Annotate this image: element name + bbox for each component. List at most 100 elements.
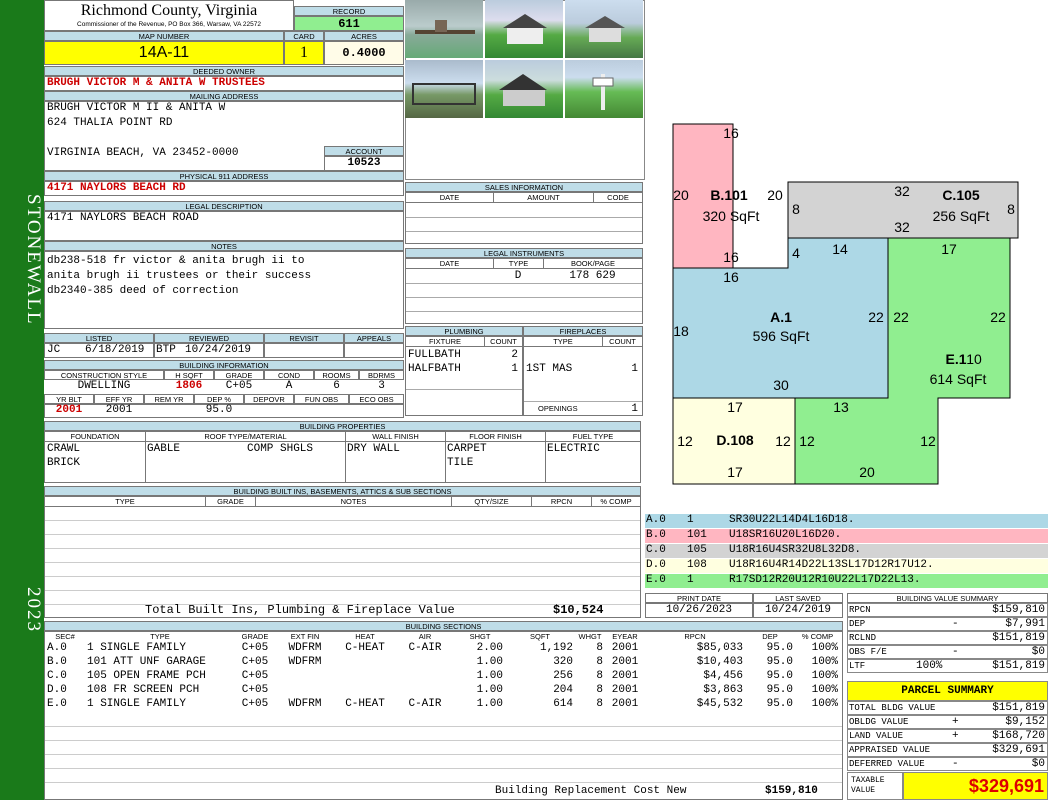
hsqft-label: H SQFT [164, 370, 214, 380]
deeded-owner-label: DEEDED OWNER [44, 66, 404, 76]
effyr-label: EFF YR [94, 394, 144, 404]
grade: C+05 [225, 380, 253, 392]
bs-cell: $85,033 [696, 642, 743, 654]
fixture-header: FIXTURE [406, 337, 484, 347]
notes-line-3: db2340-385 deed of correction [47, 285, 239, 297]
acres-label: ACRES [324, 31, 404, 41]
bs-row: A.0 1 SINGLE FAMILY C+05 WDFRM C-HEAT C-AIR 2.… [45, 642, 842, 656]
bs-cell: WDFRM [288, 656, 322, 668]
bdrms-label: BDRMS [359, 370, 404, 380]
openings-count: 1 [631, 403, 638, 415]
photo-mailbox[interactable] [565, 60, 643, 118]
ps-tbv: $151,819 [992, 702, 1045, 714]
rooms: 6 [333, 380, 340, 392]
legal-description: 4171 NAYLORS BEACH ROAD [44, 211, 404, 241]
sketch-b-name: B.101 [710, 187, 748, 203]
fp-type-header: TYPE [524, 337, 602, 347]
legal-instruments-table: DATE TYPE BOOK/PAGE D 178 629 [405, 258, 643, 324]
reviewed-date: 10/24/2019 [185, 344, 252, 356]
dim-a-notch: 14 [832, 241, 848, 257]
bs-cell: 95.0 [766, 656, 793, 668]
vector-code: C.0 [646, 544, 666, 556]
bs-row: B.0 101 ATT UNF GARAGE C+05 WDFRM 1.00 320 8 20… [45, 656, 842, 670]
building-sections-title: BUILDING SECTIONS [44, 621, 843, 631]
bs-cell: 8 [596, 684, 603, 696]
cond-label: COND [264, 370, 314, 380]
remyr-label: REM YR [144, 394, 194, 404]
foundation-2: BRICK [47, 457, 81, 469]
bs-cell: 2.00 [476, 642, 503, 654]
sidebar: STONEWALL 2023 [0, 0, 44, 800]
sales-code-header: CODE [593, 193, 642, 203]
bs-cell: 95.0 [766, 642, 793, 654]
photo-house-rear[interactable] [485, 60, 563, 118]
bvs-dep-row: DEP - $7,991 [847, 617, 1048, 631]
ps-land: $168,720 [992, 730, 1045, 742]
ps-obldg-sign: + [952, 716, 959, 728]
bvs-dep: $7,991 [1005, 618, 1045, 630]
sales-amount-header: AMOUNT [493, 193, 593, 203]
bs-row: E.0 1 SINGLE FAMILY C+05 WDFRM C-HEAT C-AIR 1.… [45, 698, 842, 712]
yrblt-label: YR BLT [44, 394, 94, 404]
bs-cell: 8 [596, 698, 603, 710]
reviewed-by: BTP [156, 344, 176, 356]
builtins-total-label: Total Built Ins, Plumbing & Fireplace Va… [145, 603, 455, 617]
vector-row-a: A.0 1 SR30U22L14D4L16D18. [645, 514, 1048, 528]
bs-h-whgt: WHGT [578, 632, 602, 641]
account-label: ACCOUNT [324, 146, 404, 156]
replacement-cost: $159,810 [765, 785, 818, 797]
sketch-e-area: 614 SqFt [930, 371, 987, 387]
bs-cell: 256 [553, 670, 573, 682]
fullbath-label: FULLBATH [408, 349, 461, 361]
print-date-label: PRINT DATE [645, 593, 753, 603]
sketch-a-name: A.1 [770, 309, 792, 325]
bs-cell: 95.0 [766, 684, 793, 696]
taxable-label-box: TAXABLE VALUE [847, 772, 903, 800]
halfbath-label: HALFBATH [408, 363, 461, 375]
photo-house-side[interactable] [565, 0, 643, 58]
funobs-label: FUN OBS [294, 394, 349, 404]
bs-h-rpcn: RPCN [684, 632, 706, 641]
bs-cell: B.0 [47, 656, 67, 668]
bs-cell: E.0 [47, 698, 67, 710]
bs-cell: A.0 [47, 642, 67, 654]
taxable-label-1: TAXABLE [851, 776, 885, 785]
bs-cell: 2001 [611, 698, 639, 710]
bs-cell: 1.00 [476, 698, 503, 710]
bs-cell: 100% [811, 656, 838, 668]
photo-porch[interactable] [405, 60, 483, 118]
dim-c-top: 32 [894, 183, 910, 199]
listed-cell: JC 6/18/2019 [44, 343, 154, 358]
bs-cell: WDFRM [288, 698, 322, 710]
bi-qty-header: QTY/SIZE [451, 497, 531, 507]
vector-path: SR30U22L14D4L16D18. [729, 514, 855, 526]
roof-material: COMP SHGLS [247, 443, 314, 455]
acres-value: 0.4000 [324, 41, 404, 65]
bs-cell: 101 ATT UNF GARAGE [87, 656, 206, 668]
photo-dock[interactable] [405, 0, 483, 58]
photo-house-front[interactable] [485, 0, 563, 58]
dim-e-left2: 12 [799, 433, 815, 449]
physical-address-label: PHYSICAL 911 ADDRESS [44, 171, 404, 181]
notes: db238-518 fr victor & anita brugh ii to … [44, 251, 404, 329]
last-saved-date: 10/24/2019 [753, 603, 843, 618]
bs-cell: 2001 [611, 684, 639, 696]
ps-appr-label: APPRAISED VALUE [849, 745, 931, 755]
dim-e-right: 22 [990, 309, 1006, 325]
bvs-obs: $0 [1031, 646, 1045, 658]
vector-path: U18SR16U20L16D20. [729, 529, 842, 541]
mailing-address-label: MAILING ADDRESS [44, 91, 404, 101]
legal-instruments-title: LEGAL INSTRUMENTS [405, 248, 643, 258]
dim-d-left: 12 [677, 433, 693, 449]
bs-cell: 100% [811, 670, 838, 682]
bi-rpcn-header: RPCN [531, 497, 591, 507]
sketch-a-area: 596 SqFt [753, 328, 810, 344]
foundation-header: FOUNDATION [45, 432, 145, 442]
ps-obldg-label: OBLDG VALUE [849, 717, 909, 727]
bs-cell: 2001 [611, 670, 639, 682]
bs-h-sqft: SQFT [530, 632, 550, 641]
bvs-obs-label: OBS F/E [849, 647, 887, 657]
bvs-dep-sign: - [952, 618, 959, 630]
dim-a-bottom: 30 [773, 377, 789, 393]
fuel-type: ELECTRIC [547, 443, 600, 455]
